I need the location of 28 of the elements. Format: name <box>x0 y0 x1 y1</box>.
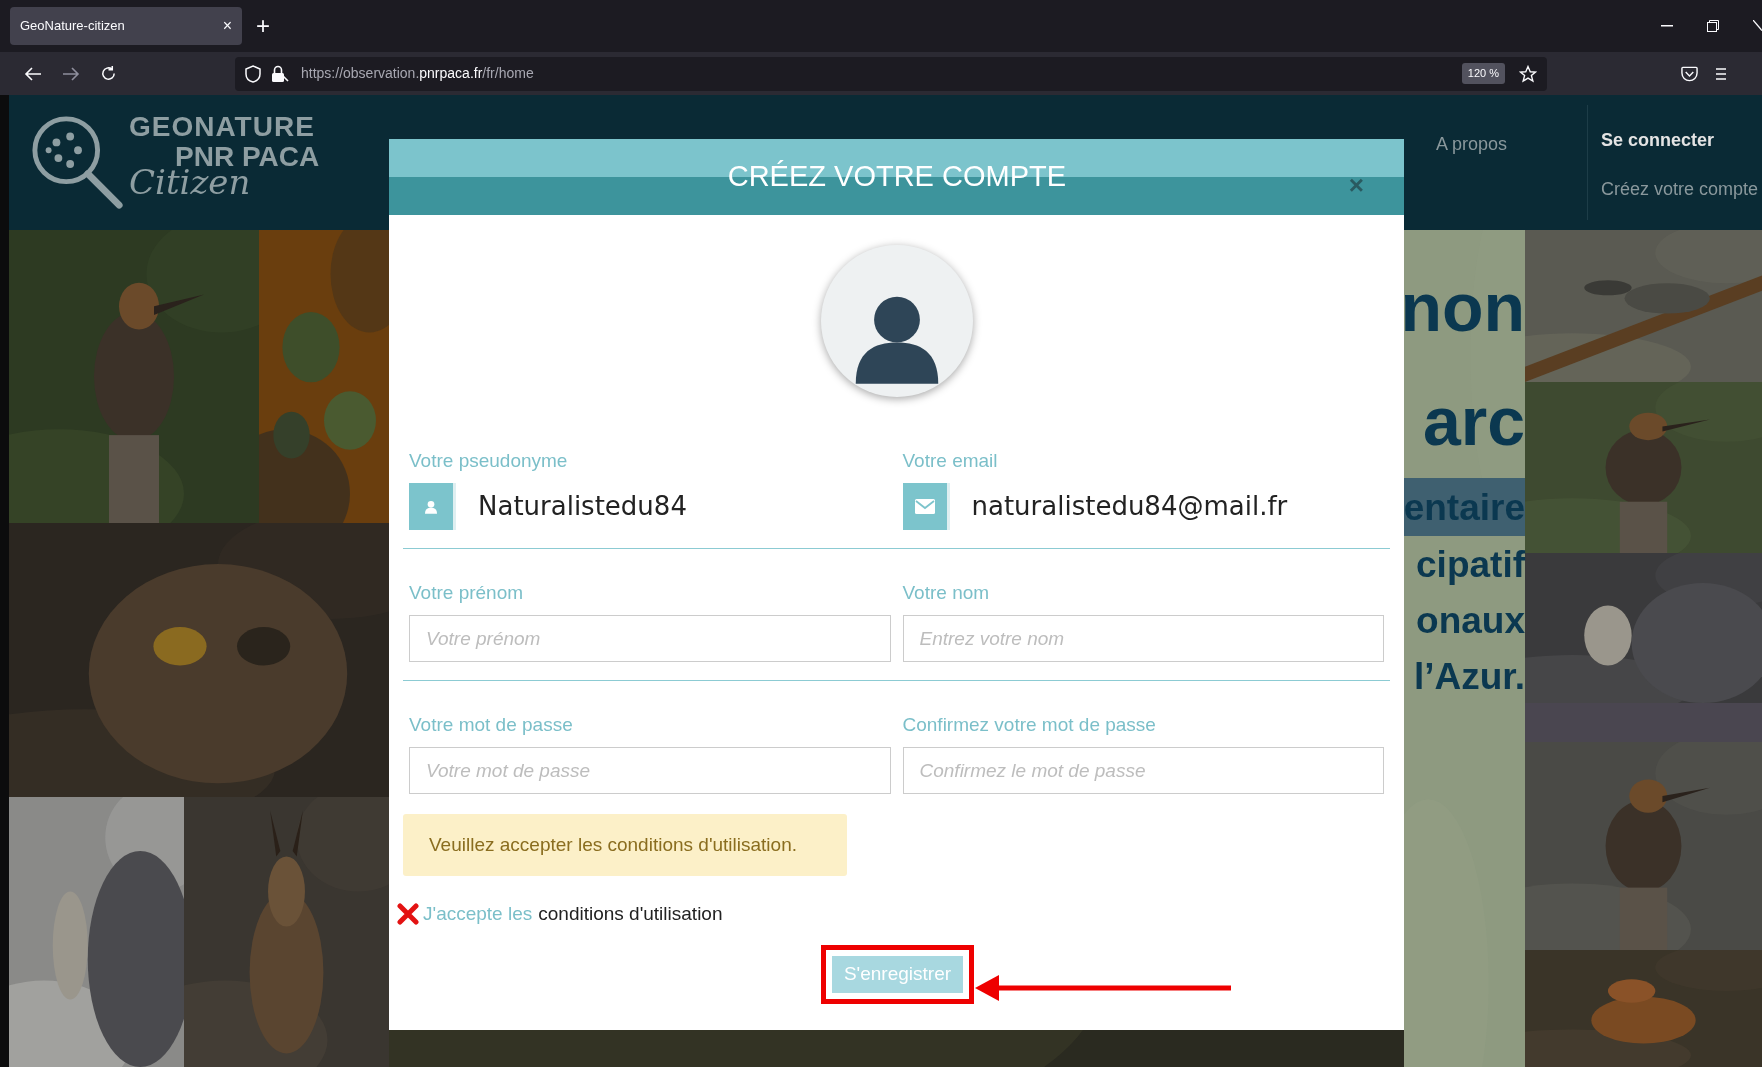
pseudonym-field[interactable]: Naturalistedu84 <box>478 487 891 526</box>
url-text: https://observation.pnrpaca.fr/fr/home <box>301 64 534 83</box>
account-link[interactable]: Se connecter <box>1600 127 1758 154</box>
browser-tab[interactable]: GeoNature-citizen × <box>10 7 242 45</box>
logo-script: Citizen <box>129 165 251 199</box>
field-label: Confirmez votre mot de passe <box>902 713 1157 737</box>
field-label: Votre mot de passe <box>409 713 574 737</box>
address-bar[interactable]: https://observation.pnrpaca.fr/fr/home 120 % <box>235 56 1547 91</box>
field-label: Votre prénom <box>409 581 525 605</box>
zoom-badge[interactable]: 120 % <box>1461 63 1505 84</box>
text-field[interactable]: Votre mot de passe <box>409 747 891 794</box>
alert-text: Veuillez accepter les conditions d'utilisation. <box>429 832 797 857</box>
terms-link[interactable]: conditions d'utilisation <box>538 900 723 929</box>
email-field[interactable]: naturalistedu84@mail.fr <box>971 487 1384 526</box>
account-link[interactable]: Créez votre compte <box>1600 176 1758 203</box>
terms-text: J'accepte les <box>423 902 533 926</box>
close-tab-button[interactable]: × <box>222 14 232 38</box>
tab-title: GeoNature-citizen <box>20 17 125 36</box>
field-label: Votre nom <box>902 581 991 605</box>
text-field[interactable]: Confirmez le mot de passe <box>902 747 1384 794</box>
new-tab-button[interactable]: + <box>256 8 270 44</box>
dialog-title: CRÉEZ VOTRE COMPTE <box>727 159 1067 195</box>
logo-title: GEONATURE <box>129 113 316 141</box>
field-label: Votre pseudonyme <box>409 449 569 473</box>
nav-link[interactable]: A propos <box>1435 131 1507 158</box>
text-field[interactable]: Votre prénom <box>409 615 891 662</box>
text-field[interactable]: Entrez votre nom <box>902 615 1384 662</box>
field-label: Votre email <box>902 449 999 473</box>
